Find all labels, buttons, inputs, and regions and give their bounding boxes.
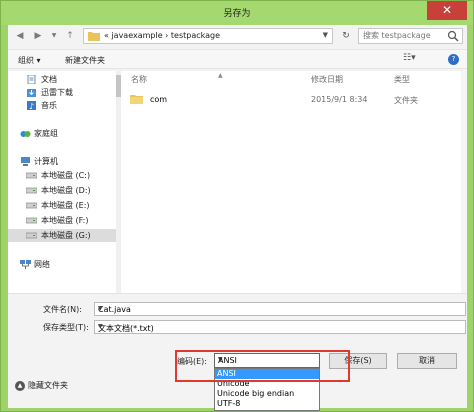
recent-dropdown-icon[interactable]: ▼ <box>48 30 60 42</box>
filetype-select[interactable]: 文本文档(*.txt) ▼ <box>94 320 466 334</box>
organize-menu[interactable]: 组织 ▾ <box>18 55 41 66</box>
address-dropdown-icon[interactable]: ▼ <box>323 31 328 39</box>
search-icon <box>447 30 459 42</box>
folder-icon <box>88 32 100 41</box>
download-icon <box>27 89 36 97</box>
filename-label: 文件名(N): <box>43 305 82 314</box>
encoding-option-unicode-big-endian[interactable]: Unicode big endian <box>215 389 319 399</box>
filetype-label: 保存类型(T): <box>43 323 89 332</box>
dialog-title: 另存为 <box>223 9 251 19</box>
folder-icon <box>130 95 143 104</box>
save-as-dialog: 另存为 ✕ ◀ ▶ ▼ ↑ « javaexample › testpackag… <box>0 0 474 412</box>
drive-icon <box>26 217 37 224</box>
nav-item-drive-g[interactable]: 本地磁盘 (G:) <box>8 229 121 242</box>
close-button[interactable]: ✕ <box>427 1 467 20</box>
nav-item-drive-e[interactable]: 本地磁盘 (E:) <box>8 199 121 212</box>
cancel-button[interactable]: 取消 <box>397 353 457 369</box>
network-icon <box>20 260 31 269</box>
drive-icon <box>26 172 37 179</box>
nav-item-documents[interactable]: 文档 <box>8 73 121 86</box>
drive-icon <box>26 187 37 194</box>
search-input[interactable] <box>363 31 448 40</box>
file-list: 名称 ▲ 修改日期 类型 com 2015/9/1 8:34 文件夹 <box>121 71 467 293</box>
filetype-dropdown-icon[interactable]: ▼ <box>98 323 462 330</box>
filename-input[interactable]: Cat.java ▼ <box>94 302 466 316</box>
music-icon: ♪ <box>27 101 36 110</box>
hide-folders-toggle[interactable]: ▲ 隐藏文件夹 <box>15 380 68 391</box>
nav-item-homegroup[interactable]: 家庭组 <box>8 127 121 140</box>
svg-text:♪: ♪ <box>29 102 34 110</box>
column-header-type[interactable]: 类型 <box>394 74 410 85</box>
title-bar[interactable]: 另存为 ✕ <box>1 1 473 25</box>
up-arrow-icon[interactable]: ↑ <box>64 30 76 42</box>
annotation-highlight-box <box>175 350 350 382</box>
file-date: 2015/9/1 8:34 <box>311 95 368 104</box>
navigation-pane: 文档 迅雷下载 ♪ 音乐 家庭组 计算机 本地磁盘 (C:) 本地磁盘 (D:)… <box>8 71 121 293</box>
new-folder-button[interactable]: 新建文件夹 <box>65 55 105 66</box>
refresh-icon[interactable]: ↻ <box>338 28 354 44</box>
nav-item-drive-f[interactable]: 本地磁盘 (F:) <box>8 214 121 227</box>
breadcrumb[interactable]: « javaexample › testpackage <box>104 31 220 40</box>
homegroup-icon <box>20 131 31 137</box>
drive-icon <box>26 232 37 239</box>
file-type: 文件夹 <box>394 96 418 105</box>
collapse-up-icon: ▲ <box>15 380 25 391</box>
nav-item-computer[interactable]: 计算机 <box>8 155 121 168</box>
address-bar[interactable]: « javaexample › testpackage ▼ <box>83 28 333 44</box>
back-arrow-icon[interactable]: ◀ <box>14 30 26 42</box>
sort-caret-icon: ▲ <box>218 72 223 79</box>
file-list-scrollbar[interactable] <box>461 71 467 293</box>
nav-item-xunlei-downloads[interactable]: 迅雷下载 <box>8 86 121 99</box>
nav-item-network[interactable]: 网络 <box>8 258 121 271</box>
column-header-name[interactable]: 名称 ▲ <box>131 72 223 85</box>
computer-icon <box>21 157 30 166</box>
column-header-date[interactable]: 修改日期 <box>311 74 343 85</box>
forward-arrow-icon[interactable]: ▶ <box>32 30 44 42</box>
view-options-icon[interactable]: ☷▾ <box>403 53 416 63</box>
file-name: com <box>150 95 168 104</box>
encoding-option-utf8[interactable]: UTF-8 <box>215 399 319 409</box>
nav-item-drive-d[interactable]: 本地磁盘 (D:) <box>8 184 121 197</box>
drive-icon <box>26 202 37 209</box>
address-row: ◀ ▶ ▼ ↑ « javaexample › testpackage ▼ ↻ <box>8 25 467 47</box>
nav-item-music[interactable]: ♪ 音乐 <box>8 99 121 112</box>
file-row[interactable]: com 2015/9/1 8:34 文件夹 <box>121 90 467 108</box>
command-toolbar: 组织 ▾ 新建文件夹 ☷▾ ? <box>8 49 467 69</box>
filename-dropdown-icon[interactable]: ▼ <box>98 305 462 312</box>
nav-item-drive-c[interactable]: 本地磁盘 (C:) <box>8 169 121 182</box>
document-icon <box>27 75 36 84</box>
search-box[interactable] <box>358 28 463 44</box>
help-icon[interactable]: ? <box>448 54 459 65</box>
